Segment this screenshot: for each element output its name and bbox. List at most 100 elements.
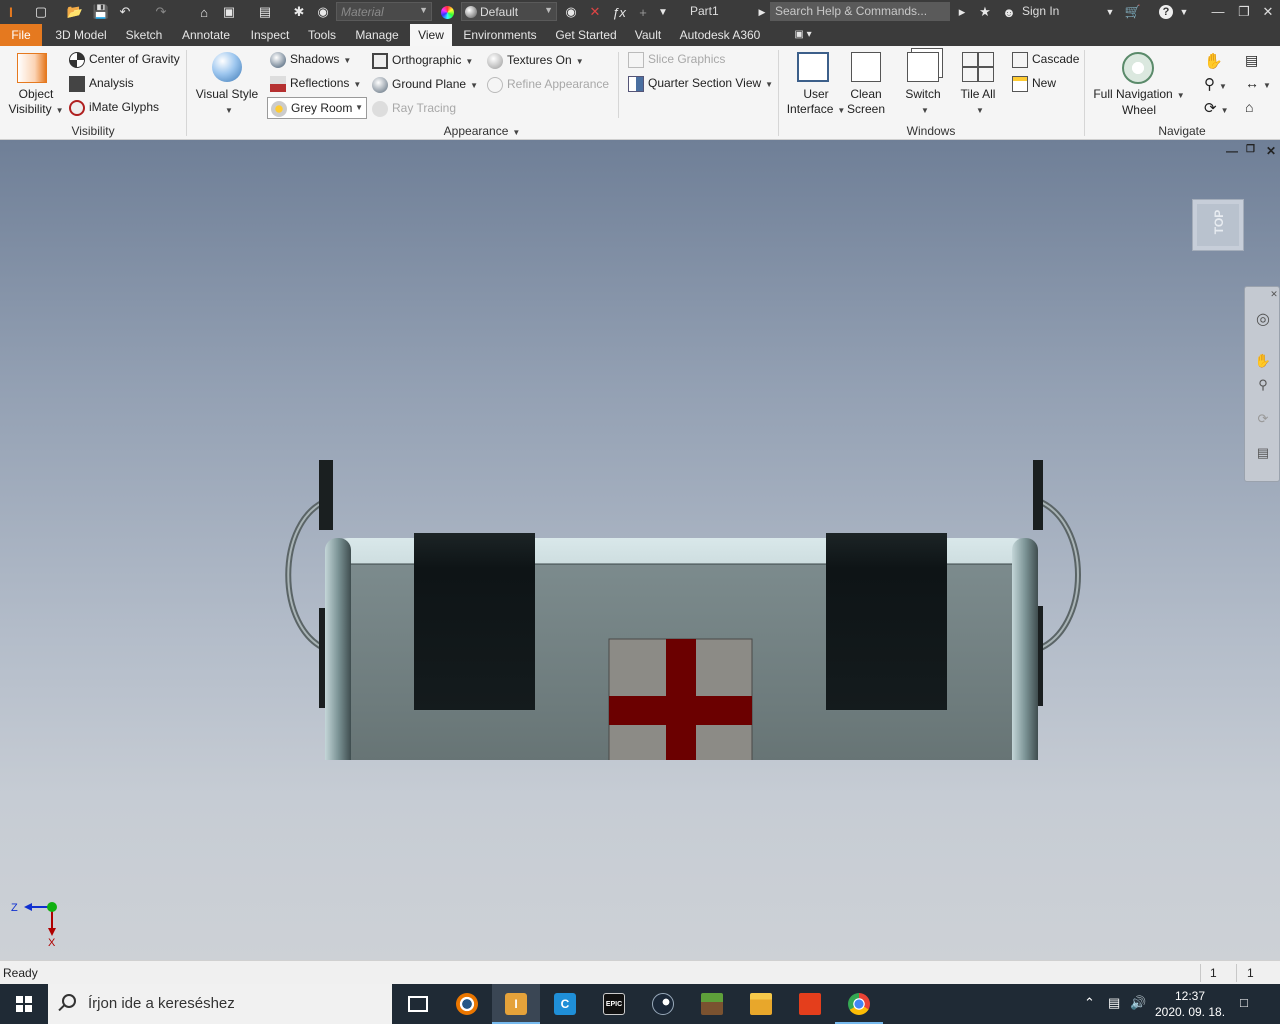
network-icon[interactable]: ▤ [1108,995,1120,1011]
blender-icon[interactable] [443,984,491,1024]
tab-manage[interactable]: Manage [350,24,404,46]
close-icon[interactable]: ✕ [1256,2,1280,22]
zoom-all-icon[interactable]: ↔ ▼ [1245,75,1271,91]
tab-inspect[interactable]: Inspect [244,24,296,46]
tile-all-icon[interactable] [962,52,994,82]
epic-games-icon[interactable]: EPIC [590,984,638,1024]
pan-hand-icon[interactable]: ✋ [1254,353,1272,371]
minecraft-icon[interactable] [688,984,736,1024]
refine-appearance-button[interactable]: Refine Appearance [487,77,609,93]
search-input[interactable]: Search Help & Commands... [770,2,950,21]
full-navigation-wheel-button[interactable]: Full Navigation ▼ Wheel [1092,87,1186,118]
file-explorer-icon[interactable] [737,984,785,1024]
tray-overflow-icon[interactable]: ⌃ [1084,995,1095,1011]
user-interface-icon[interactable] [797,52,829,82]
zoom-icon[interactable]: ⚲ ▼ [1204,75,1227,93]
tile-all-button[interactable]: Tile All ▼ [954,87,1002,118]
object-visibility-button[interactable]: Object Visibility ▼ [8,87,64,118]
look-at-icon[interactable]: ▤ [1245,52,1258,69]
add-icon[interactable]: + [634,3,652,21]
imate-glyphs-button[interactable]: iMate Glyphs [69,100,159,116]
adjust-appearance-icon[interactable]: ◉ [562,3,580,21]
textures-on-button[interactable]: Textures On ▼ [487,53,584,69]
reflections-button[interactable]: Reflections ▼ [270,76,361,92]
navigation-bar[interactable]: ✕ ◎ ✋ ⚲ ⟳ ▤ [1244,286,1280,482]
fx-parameters-icon[interactable]: ƒx [610,3,628,21]
appearance-globe-icon[interactable]: ◉ [314,3,332,21]
switch-button[interactable]: Switch ▼ [900,87,946,118]
shadows-button[interactable]: Shadows ▼ [270,52,351,68]
navigation-wheel-icon[interactable] [1122,52,1154,84]
tab-tools[interactable]: Tools [302,24,342,46]
ribbon-display-toggle-icon[interactable]: ▣ ▾ [788,24,818,46]
volume-icon[interactable]: 🔊 [1130,995,1146,1011]
select-icon[interactable]: ✱ [290,3,308,21]
inventor-logo-icon[interactable]: I [4,3,18,21]
ccleaner-icon[interactable]: C [541,984,589,1024]
undo-icon[interactable]: ↶ [116,3,134,21]
home-icon[interactable]: ⌂ [195,3,213,21]
steering-wheel-icon[interactable]: ◎ [1254,309,1272,328]
notifications-icon[interactable]: □ [1240,995,1248,1010]
new-window-button[interactable]: New [1012,76,1056,92]
start-button[interactable] [0,984,48,1024]
chevron-down-icon[interactable]: ▼ [1178,3,1190,21]
redo-icon[interactable]: ↷ [152,3,170,21]
quarter-section-view-button[interactable]: Quarter Section View ▼ [628,76,773,92]
visual-style-icon[interactable] [212,52,242,82]
tab-view[interactable]: View [410,24,452,46]
user-interface-button[interactable]: User Interface ▼ [786,87,846,118]
restore-icon[interactable]: ❐ [1232,2,1256,22]
appearance-panel-title-button[interactable]: Appearance ▼ [436,124,528,138]
system-clock[interactable]: 12:37 2020. 09. 18. [1150,988,1230,1020]
tab-file[interactable]: File [0,24,42,46]
slice-graphics-button[interactable]: Slice Graphics [628,52,725,68]
return-icon[interactable]: ▣ [220,3,238,21]
close-icon[interactable]: ✕ [1269,289,1279,307]
doc-restore-icon[interactable]: ❐ [1246,144,1255,155]
orbit-icon[interactable]: ⟳ [1254,411,1272,429]
tab-autodesk-a360[interactable]: Autodesk A360 [674,24,766,46]
binoculars-icon[interactable]: ▸ [953,3,971,21]
home-view-icon[interactable]: ⌂ [1245,99,1253,115]
tab-vault[interactable]: Vault [630,24,666,46]
clean-screen-button[interactable]: Clean Screen [844,87,888,117]
update-icon[interactable]: ▤ [256,3,274,21]
viewcube[interactable]: TOP [1192,199,1244,251]
sign-in-button[interactable]: Sign In [1022,4,1059,18]
tab-sketch[interactable]: Sketch [120,24,168,46]
tab-get-started[interactable]: Get Started [550,24,622,46]
doc-minimize-icon[interactable]: — [1226,144,1238,158]
first-aid-kit-model[interactable] [270,380,1100,760]
open-file-icon[interactable]: 📂 [66,3,84,21]
color-wheel-icon[interactable] [438,3,456,21]
star-icon[interactable]: ★ [976,3,994,21]
tab-annotate[interactable]: Annotate [176,24,236,46]
material-dropdown[interactable]: Material ▼ [336,2,432,21]
zoom-icon[interactable]: ⚲ [1254,377,1272,395]
taskbar-search-input[interactable]: Írjon ide a kereséshez [48,984,392,1024]
orthographic-button[interactable]: Orthographic ▼ [372,53,473,69]
help-icon[interactable]: ? [1157,3,1175,21]
tab-3d-model[interactable]: 3D Model [50,24,112,46]
ray-tracing-button[interactable]: Ray Tracing [372,101,456,117]
cart-icon[interactable]: 🛒 [1124,3,1142,21]
orbit-icon[interactable]: ⟳ ▼ [1204,99,1229,117]
user-icon[interactable]: ☻ [1000,3,1018,21]
look-at-icon[interactable]: ▤ [1254,445,1272,463]
ground-plane-button[interactable]: Ground Plane ▼ [372,77,478,93]
customize-toolbar-icon[interactable]: ▼ [656,3,670,21]
visual-style-button[interactable]: Visual Style ▼ [194,87,260,118]
microsoft-office-icon[interactable] [786,984,834,1024]
clean-screen-icon[interactable] [851,52,881,82]
object-visibility-icon[interactable] [17,53,47,83]
steam-icon[interactable] [639,984,687,1024]
center-of-gravity-button[interactable]: Center of Gravity [69,52,180,68]
graphics-viewport[interactable]: — ❐ ✕ TOP ✕ ◎ ✋ ⚲ ⟳ ▤ Z X [0,140,1280,960]
appearance-dropdown[interactable]: Default ▼ [461,2,557,21]
tab-environments[interactable]: Environments [458,24,542,46]
save-icon[interactable]: 💾 [92,3,110,21]
analysis-button[interactable]: Analysis [69,76,134,92]
google-chrome-icon[interactable] [835,984,883,1024]
doc-close-icon[interactable]: ✕ [1266,144,1276,158]
